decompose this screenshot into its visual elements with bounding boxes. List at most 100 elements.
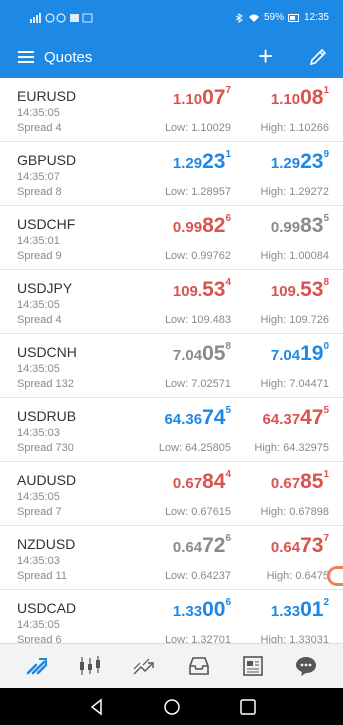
quote-row[interactable]: AUDUSD 14:35:05 Spread 7 0.67844 0.67851…: [0, 462, 343, 526]
bid-price-major: 1.29: [172, 155, 203, 172]
quote-time: 14:35:05: [17, 363, 60, 375]
bid-price-major: 0.67: [172, 475, 203, 492]
battery-icon: [287, 13, 299, 22]
edit-icon[interactable]: [307, 46, 329, 68]
bid-price-major: 109.: [172, 283, 203, 300]
app-bar: Quotes +: [0, 37, 343, 78]
battery-text: 59%: [263, 12, 284, 23]
system-nav-bar: [0, 688, 343, 725]
chart-icon[interactable]: [77, 653, 103, 679]
ask-price-major: 0.67: [270, 475, 301, 492]
bid-price-pips: 82: [202, 214, 226, 237]
spread-text: Spread 4: [17, 314, 62, 326]
news-icon[interactable]: [240, 653, 266, 679]
high-text: High: 109.726: [260, 314, 330, 326]
quote-time: 14:35:05: [17, 299, 60, 311]
high-text: High: 0.6475: [266, 570, 329, 582]
ask-price-fraction: 1: [323, 85, 329, 96]
quote-time: 14:35:03: [17, 555, 60, 567]
low-text: Low: 0.99762: [164, 250, 231, 262]
scroll-handle[interactable]: [327, 566, 343, 586]
bid-price-fraction: 4: [225, 469, 231, 480]
quote-row[interactable]: USDJPY 14:35:05 Spread 4 109.534 109.538…: [0, 270, 343, 334]
ask-price-major: 1.10: [270, 91, 301, 108]
high-text: High: 0.67898: [260, 506, 330, 518]
quote-time: 14:35:03: [17, 427, 60, 439]
high-text: High: 1.33031: [260, 634, 330, 643]
spread-text: Spread 9: [17, 250, 62, 262]
ask-price-pips: 85: [300, 470, 324, 493]
spread-text: Spread 4: [17, 122, 62, 134]
quote-row[interactable]: USDCNH 14:35:05 Spread 132 7.04058 7.041…: [0, 334, 343, 398]
spread-text: Spread 11: [17, 570, 67, 582]
symbol-name: GBPUSD: [17, 152, 77, 168]
ask-price: 0.64737: [271, 533, 329, 558]
ask-price-major: 1.33: [270, 603, 301, 620]
ask-price-major: 0.99: [270, 219, 301, 236]
quote-row[interactable]: EURUSD 14:35:05 Spread 4 1.10077 1.10081…: [0, 78, 343, 142]
ask-price-major: 64.37: [262, 411, 301, 428]
quote-row[interactable]: USDCAD 14:35:05 Spread 6 1.33006 1.33012…: [0, 590, 343, 643]
ask-price-fraction: 7: [323, 533, 329, 544]
wifi-icon: [248, 14, 259, 22]
spread-text: Spread 8: [17, 186, 62, 198]
bid-price: 109.534: [172, 277, 231, 302]
quotes-list: EURUSD 14:35:05 Spread 4 1.10077 1.10081…: [0, 78, 343, 643]
low-text: Low: 1.28957: [164, 186, 231, 198]
bid-price-fraction: 1: [225, 149, 231, 160]
bid-price: 0.64726: [172, 533, 231, 558]
ask-price-pips: 01: [300, 598, 324, 621]
recents-icon[interactable]: [238, 697, 258, 717]
symbol-name: USDCHF: [17, 216, 76, 232]
chat-icon[interactable]: [293, 653, 319, 679]
bid-price-pips: 05: [202, 342, 226, 365]
bid-price: 0.99826: [173, 213, 231, 238]
ask-price-fraction: 0: [323, 341, 329, 352]
ask-price: 109.538: [270, 277, 329, 302]
bid-price: 1.33006: [172, 597, 231, 622]
home-icon[interactable]: [162, 697, 182, 717]
bid-price-major: 1.33: [172, 603, 203, 620]
ask-price-pips: 83: [300, 214, 324, 237]
spread-text: Spread 132: [17, 378, 74, 390]
symbol-name: AUDUSD: [17, 472, 77, 488]
bid-price-pips: 84: [202, 470, 226, 493]
bid-price-pips: 72: [202, 534, 226, 557]
bid-price-fraction: 8: [225, 341, 231, 352]
high-text: High: 1.00084: [260, 250, 330, 262]
bid-price: 64.36745: [164, 405, 231, 430]
low-text: Low: 0.64237: [164, 570, 231, 582]
bid-price-major: 64.36: [164, 411, 203, 428]
ask-price: 64.37475: [262, 405, 329, 430]
ask-price-fraction: 5: [323, 213, 329, 224]
ask-price-pips: 23: [300, 150, 324, 173]
bid-price-fraction: 6: [225, 213, 231, 224]
low-text: Low: 64.25805: [158, 442, 231, 454]
trade-icon[interactable]: [131, 653, 157, 679]
quotes-icon[interactable]: [24, 653, 50, 679]
quote-row[interactable]: GBPUSD 14:35:07 Spread 8 1.29231 1.29239…: [0, 142, 343, 206]
quote-row[interactable]: USDRUB 14:35:03 Spread 730 64.36745 64.3…: [0, 398, 343, 462]
page-title: Quotes: [44, 49, 93, 66]
bid-price-pips: 53: [202, 278, 226, 301]
ask-price-fraction: 5: [323, 405, 329, 416]
quote-row[interactable]: USDCHF 14:35:01 Spread 9 0.99826 0.99835…: [0, 206, 343, 270]
ask-price-fraction: 9: [323, 149, 329, 160]
symbol-name: EURUSD: [17, 88, 77, 104]
status-bar: 59% 12:35: [0, 0, 343, 37]
ask-price-pips: 08: [300, 86, 324, 109]
bid-price-major: 0.64: [172, 539, 203, 556]
ask-price-fraction: 2: [323, 597, 329, 608]
bid-price-fraction: 4: [225, 277, 231, 288]
ask-price-fraction: 1: [323, 469, 329, 480]
add-symbol-button[interactable]: +: [258, 43, 273, 69]
history-icon[interactable]: [186, 653, 212, 679]
ask-price-pips: 47: [300, 406, 324, 429]
quote-row[interactable]: NZDUSD 14:35:03 Spread 11 0.64726 0.6473…: [0, 526, 343, 590]
bid-price-pips: 00: [202, 598, 226, 621]
ask-price: 1.29239: [271, 149, 329, 174]
back-icon[interactable]: [87, 697, 107, 717]
ask-price-major: 109.: [270, 283, 301, 300]
menu-icon[interactable]: [18, 51, 34, 63]
ask-price: 0.99835: [270, 213, 329, 238]
